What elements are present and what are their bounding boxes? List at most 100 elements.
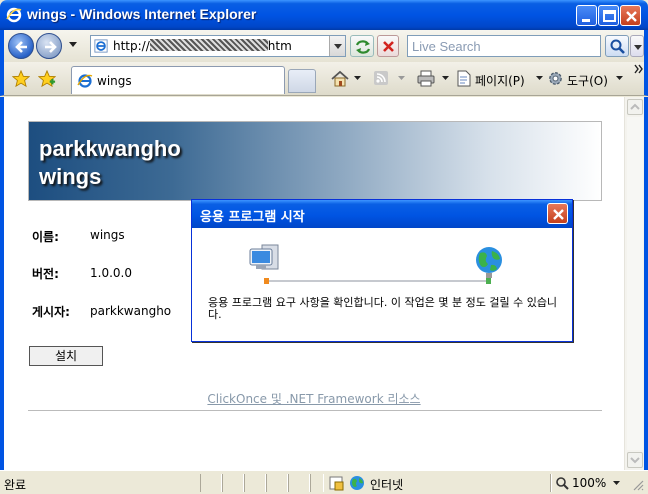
forward-arrow-icon [45,41,57,53]
close-button[interactable] [620,5,641,26]
navigation-bar: http:// htm Live Search [0,30,648,62]
divider [28,410,602,411]
back-arrow-icon [15,41,27,53]
search-placeholder: Live Search [412,39,481,54]
status-segment [288,474,310,492]
chevron-down-icon [634,45,642,50]
status-segment [266,474,288,492]
page-icon[interactable] [456,70,472,87]
name-value: wings [90,228,125,242]
launch-dialog: 응용 프로그램 시작 응용 프로그램 요구 사항을 확인합니다. 이 작업은 몇… [191,199,573,342]
window-title: wings - Windows Internet Explorer [27,6,257,22]
progress-end-marker [486,278,491,284]
banner-publisher: parkkwangho [39,136,181,161]
status-segment [310,474,324,492]
dialog-title-bar[interactable]: 응용 프로그램 시작 [192,200,572,228]
version-label: 버전: [32,267,59,281]
status-divider [550,474,552,492]
status-bar: 완료 인터넷 100% [0,470,648,494]
address-bar[interactable]: http:// htm [90,35,346,57]
page-menu[interactable]: 페이지(P) [475,72,525,89]
url-redacted [149,39,268,51]
feeds-icon[interactable] [373,70,389,86]
protected-mode-icon[interactable] [328,475,344,491]
tools-menu[interactable]: 도구(O) [567,72,608,89]
url-suffix: htm [267,39,292,53]
app-banner: parkkwangho wings [28,121,602,201]
internet-zone-globe-icon [350,476,364,490]
dialog-title: 응용 프로그램 시작 [200,210,305,225]
back-button[interactable] [8,33,34,59]
scroll-up-button[interactable] [627,99,643,115]
version-value: 1.0.0.0 [90,266,132,280]
dialog-body: 응용 프로그램 요구 사항을 확인합니다. 이 작업은 몇 분 정도 걸릴 수 … [192,228,572,341]
banner-app-name: wings [39,164,102,189]
home-dropdown-icon[interactable] [354,76,361,81]
install-button[interactable]: 설치 [29,346,103,366]
progress-start-marker [264,278,269,284]
security-zone-label[interactable]: 인터넷 [370,476,403,493]
resize-grip-icon[interactable] [632,479,644,491]
favorites-star-icon[interactable] [12,70,30,88]
tab-label: wings [97,74,132,88]
status-segment [200,474,222,492]
publisher-value: parkkwangho [90,304,172,318]
zoom-dropdown-icon[interactable] [613,481,620,486]
refresh-button[interactable] [350,35,374,57]
close-icon [626,11,637,22]
progress-track [266,280,488,282]
title-bar[interactable]: wings - Windows Internet Explorer [0,0,648,30]
ie-tab-icon [77,74,93,88]
refresh-icon [355,40,371,54]
tools-dropdown-icon[interactable] [616,76,623,81]
maximize-button[interactable] [598,5,619,26]
add-favorite-icon[interactable] [38,70,56,88]
status-segment [222,474,244,492]
status-text: 완료 [4,478,27,492]
new-tab-button[interactable] [288,69,316,93]
chevron-more-icon[interactable] [634,64,644,74]
dialog-message: 응용 프로그램 요구 사항을 확인합니다. 이 작업은 몇 분 정도 걸릴 수 … [208,296,558,321]
minimize-button[interactable] [576,5,597,26]
computer-icon [249,244,279,270]
chevron-down-icon [334,44,342,49]
feeds-dropdown-icon[interactable] [398,76,405,81]
scroll-down-button[interactable] [627,452,643,468]
maximize-icon [603,10,616,22]
globe-icon [476,247,502,278]
page-dropdown-icon[interactable] [536,76,543,81]
home-icon[interactable] [330,70,350,88]
zoom-icon[interactable] [555,476,569,490]
url-text[interactable]: http:// htm [113,39,292,53]
clickonce-resources-link[interactable]: ClickOnce 및 .NET Framework 리소스 [4,390,624,407]
stop-button[interactable] [377,35,399,57]
print-dropdown-icon[interactable] [442,76,449,81]
history-dropdown-icon[interactable] [69,42,77,48]
dialog-close-button[interactable] [547,203,568,224]
search-input[interactable]: Live Search [407,35,601,57]
chevron-up-icon [630,103,640,110]
vertical-scrollbar[interactable] [624,97,644,470]
search-options-button[interactable] [630,35,644,57]
page-icon [94,39,108,53]
close-icon [553,209,564,220]
status-segment [244,474,266,492]
stop-icon [383,41,394,52]
name-label: 이름: [32,230,59,244]
publisher-label: 게시자: [32,305,70,319]
tab-bar: wings 페이지(P) 도구(O) [0,62,648,96]
search-icon [610,39,625,54]
zoom-level[interactable]: 100% [572,476,606,490]
minimize-icon [582,19,590,22]
address-dropdown-button[interactable] [329,36,345,56]
chevron-down-icon [630,457,640,464]
forward-button[interactable] [36,33,62,59]
print-icon[interactable] [417,70,435,87]
ie-logo-icon [6,7,22,23]
gear-icon[interactable] [547,70,564,87]
scroll-track[interactable] [627,117,643,450]
search-button[interactable] [605,35,629,57]
tab-wings[interactable]: wings [71,66,285,94]
url-prefix: http:// [113,39,150,53]
window-frame-right [644,97,648,470]
